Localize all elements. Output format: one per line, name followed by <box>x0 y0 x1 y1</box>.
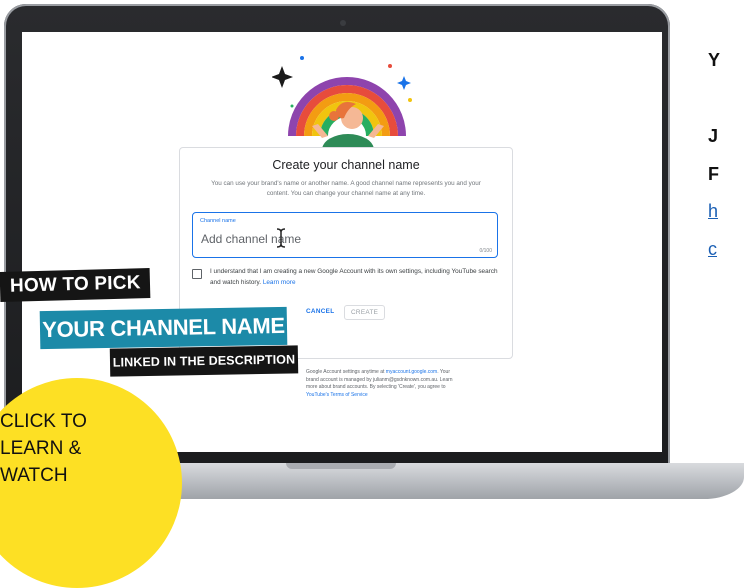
terms-of-service-link[interactable]: YouTube's Terms of Service <box>306 392 368 398</box>
channel-name-label: Channel name <box>200 218 236 224</box>
footer-line1: Google Account settings anytime at <box>306 369 385 375</box>
footer-line1-end: . Your <box>437 369 450 375</box>
right-line-1: Y <box>708 50 721 70</box>
dialog-footer-text: Google Account settings anytime at myacc… <box>306 369 511 399</box>
right-text-column: Y J F h c <box>708 0 744 499</box>
right-link-2[interactable]: c <box>708 239 717 260</box>
channel-name-field[interactable]: Channel name 0/100 <box>192 212 498 258</box>
consent-checkbox[interactable] <box>192 269 202 279</box>
text-cursor-icon <box>276 228 286 248</box>
right-line-2: J <box>708 126 719 146</box>
myaccount-link[interactable]: myaccount.google.com <box>386 369 437 375</box>
cta-line-3: WATCH <box>0 465 68 486</box>
consent-text: I understand that I am creating a new Go… <box>210 267 500 288</box>
learn-more-link[interactable]: Learn more <box>263 279 296 286</box>
linked-description-banner: LINKED IN THE DESCRIPTION <box>109 345 299 377</box>
how-to-pick-banner: HOW TO PICK <box>0 268 151 302</box>
dialog-title: Create your channel name <box>272 158 420 172</box>
cta-line-2: LEARN & <box>0 438 82 459</box>
camera-icon <box>340 20 346 26</box>
footer-line3: more about brand accounts. By selecting … <box>306 384 446 391</box>
channel-name-input[interactable] <box>201 232 461 246</box>
create-button[interactable]: CREATE <box>344 305 386 320</box>
dialog-description: You can use your brand's name or another… <box>211 180 481 197</box>
cancel-button[interactable]: CANCEL <box>300 305 340 318</box>
cta-line-1: CLICK TO <box>0 411 87 432</box>
char-count: 0/100 <box>479 248 492 254</box>
footer-line2: brand account is managed by julianm@gsdn… <box>306 376 453 383</box>
channel-name-banner: YOUR CHANNEL NAME <box>39 306 288 350</box>
laptop-hinge <box>286 463 396 469</box>
consent-label: I understand that I am creating a new Go… <box>210 268 498 286</box>
right-link-1[interactable]: h <box>708 201 718 222</box>
right-line-3: F <box>708 164 719 184</box>
cta-text: CLICK TO LEARN & WATCH <box>0 408 140 489</box>
